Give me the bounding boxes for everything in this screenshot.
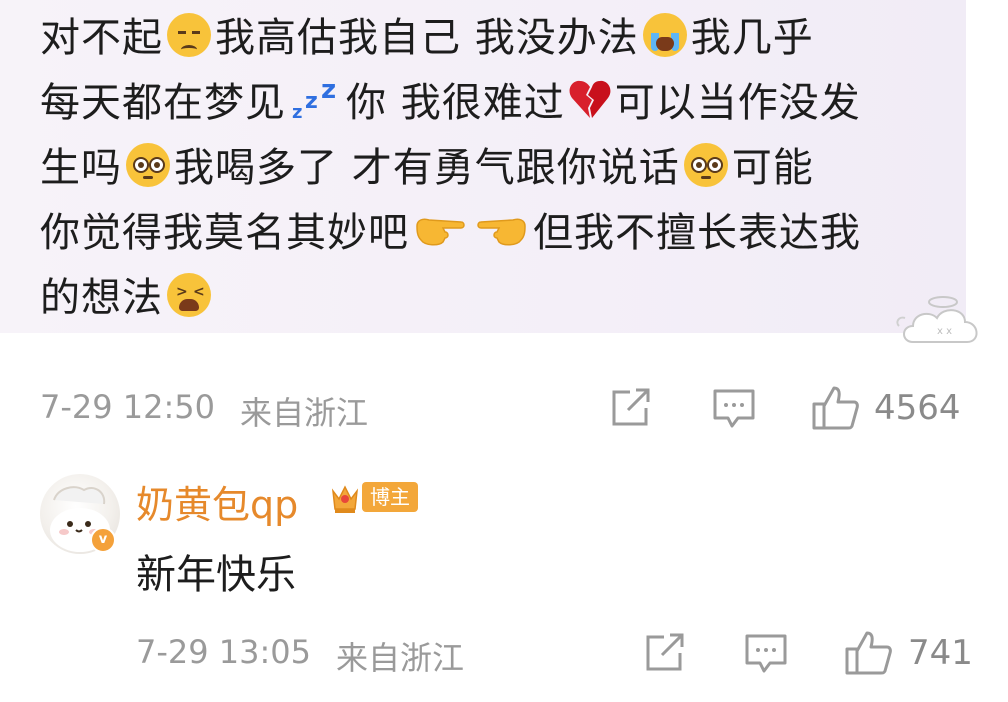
reply-username[interactable]: 奶黄包qp [136,474,298,529]
reply-text: 新年快乐 [136,552,296,598]
comment-time: 7-29 12:50 [40,388,216,426]
crown-icon [331,485,359,513]
text-segment: 每天都在梦见 [40,80,286,126]
reply-location: 来自浙江 [336,639,465,677]
comment-icon[interactable] [712,388,756,430]
comment-bubble: 对不起 我高估我自己 我没办法 我几乎 每天都在梦见 z z z 你 我很难过 可以当作没发 … [0,0,966,333]
like-count: 4564 [874,388,961,428]
pleading-face-emoji-icon [683,143,728,187]
reply-time: 7-29 13:05 [136,633,312,671]
comment-line: 每天都在梦见 z z z 你 我很难过 可以当作没发 [40,71,960,136]
hand-pointing-left-icon [475,207,529,251]
text-segment: 但我不擅长表达我 [533,210,861,256]
text-segment: 你 我很难过 [346,80,565,126]
tired-face-emoji-icon: > < [167,273,211,317]
pleading-face-emoji-icon [126,143,170,187]
share-icon[interactable] [644,633,688,673]
like-thumb-icon[interactable] [810,384,860,432]
pensive-face-emoji-icon [167,13,211,57]
svg-text:z: z [321,78,337,105]
author-badge-label: 博主 [362,482,418,512]
text-segment: 可能 [731,145,814,191]
sleeping-cloud-sticker-icon: x x [896,296,978,343]
svg-text:z: z [305,89,319,114]
like-count: 741 [908,633,973,673]
text-segment: 生吗 [40,145,122,191]
comment-line: 生吗 我喝多了 才有勇气跟你说话 可能 [40,136,960,201]
svg-text:x x: x x [937,326,952,337]
text-segment: 我几乎 [690,15,814,61]
text-segment: 你觉得我莫名其妙吧 [40,210,409,256]
text-segment: 对不起 [40,15,163,61]
svg-text:z: z [292,102,303,122]
share-icon[interactable] [610,388,654,428]
broken-heart-emoji-icon [569,77,611,121]
author-badge: 博主 [330,478,418,516]
verified-badge-icon: v [90,527,116,553]
comment-line: 你觉得我莫名其妙吧 但我不擅长表达我 [40,201,960,266]
like-thumb-icon[interactable] [843,629,893,677]
comment-line: 对不起 我高估我自己 我没办法 我几乎 [40,6,960,71]
text-segment: 可以当作没发 [614,80,861,126]
zzz-sleeping-icon: zzz [290,75,342,123]
text-segment: 我喝多了 才有勇气跟你说话 [174,145,680,191]
text-segment: 我高估我自己 我没办法 [215,15,639,61]
loudly-crying-face-emoji-icon [642,13,687,57]
hand-pointing-right-icon [413,207,467,251]
text-segment: 的想法 [40,275,163,321]
comment-location: 来自浙江 [240,394,369,432]
comment-line: 的想法 > < [40,266,960,331]
comment-text: 对不起 我高估我自己 我没办法 我几乎 每天都在梦见 z z z 你 我很难过 可以当作没发 … [40,6,960,331]
comment-icon[interactable] [744,633,788,675]
